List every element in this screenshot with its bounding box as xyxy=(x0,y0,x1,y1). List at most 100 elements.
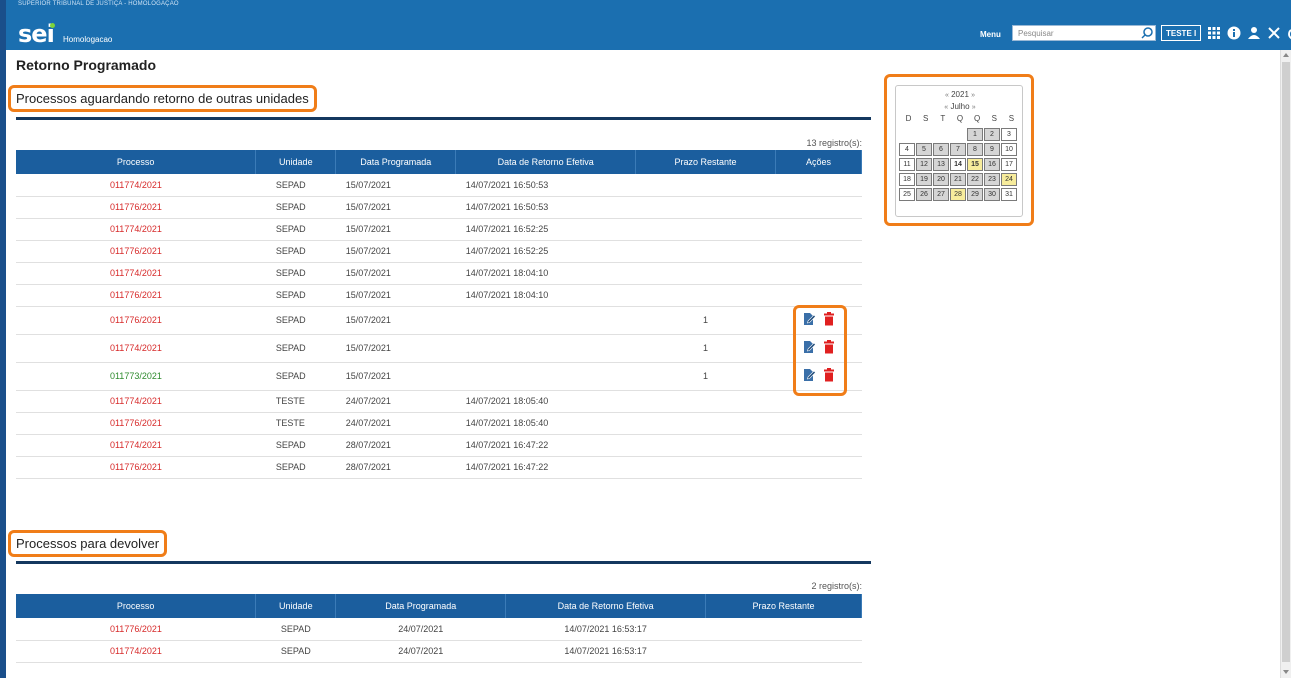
process-link[interactable]: 011776/2021 xyxy=(16,412,256,435)
effective-return-cell xyxy=(455,334,636,363)
environment-label: Homologacao xyxy=(63,35,113,44)
calendar-day[interactable]: 8 xyxy=(967,143,983,156)
search-icon[interactable] xyxy=(1140,25,1154,41)
calendar-day[interactable]: 19 xyxy=(916,173,932,186)
scroll-down-arrow-icon[interactable] xyxy=(1283,670,1289,674)
calendar-day[interactable]: 11 xyxy=(899,158,915,171)
user-unit-button[interactable]: TESTE I xyxy=(1161,25,1202,41)
calendar-day[interactable]: 24 xyxy=(1001,173,1017,186)
column-header[interactable]: Unidade xyxy=(255,594,337,618)
calendar-day[interactable]: 22 xyxy=(967,173,983,186)
effective-return-cell: 14/07/2021 18:04:10 xyxy=(455,284,636,307)
process-link[interactable]: 011776/2021 xyxy=(16,196,256,219)
calendar-day[interactable]: 7 xyxy=(950,143,966,156)
column-header[interactable]: Data Programada xyxy=(335,150,457,174)
calendar-day[interactable]: 16 xyxy=(984,158,1000,171)
calendar-day[interactable]: 1 xyxy=(967,128,983,141)
process-link[interactable]: 011774/2021 xyxy=(16,434,256,457)
process-link[interactable]: 011774/2021 xyxy=(16,218,256,241)
weekday-label: S xyxy=(1008,114,1015,123)
process-link[interactable]: 011774/2021 xyxy=(16,174,256,197)
top-icons xyxy=(1206,24,1291,42)
menu-button[interactable]: Menu xyxy=(980,30,1001,39)
process-link[interactable]: 011774/2021 xyxy=(16,334,256,363)
power-icon[interactable] xyxy=(1286,25,1291,41)
column-header[interactable]: Data de Retorno Efetiva xyxy=(455,150,637,174)
remaining-time-cell xyxy=(635,196,776,219)
calendar-day[interactable]: 27 xyxy=(933,188,949,201)
calendar-day[interactable]: 9 xyxy=(984,143,1000,156)
calendar-day[interactable]: 26 xyxy=(916,188,932,201)
calendar-day[interactable]: 6 xyxy=(933,143,949,156)
info-icon[interactable] xyxy=(1226,25,1242,41)
calendar-day[interactable]: 15 xyxy=(967,158,983,171)
process-link[interactable]: 011774/2021 xyxy=(16,640,256,663)
column-header[interactable]: Processo xyxy=(16,150,257,174)
sei-logo[interactable]: sei xyxy=(18,20,59,48)
scheduled-date-cell: 24/07/2021 xyxy=(335,390,456,413)
process-link[interactable]: 011773/2021 xyxy=(16,362,256,391)
section-title-return: Processos para devolver xyxy=(8,530,168,557)
table-row: 011776/2021 SEPAD 15/07/2021 14/07/2021 16:… xyxy=(16,196,862,219)
calendar-day[interactable]: 4 xyxy=(899,143,915,156)
process-link[interactable]: 011774/2021 xyxy=(16,262,256,285)
prev-month-button[interactable]: « xyxy=(944,104,948,111)
calendar-weekdays: DSTQQSS xyxy=(900,114,1020,123)
scheduled-date-cell: 28/07/2021 xyxy=(335,434,456,457)
effective-return-cell xyxy=(455,306,636,335)
next-year-button[interactable]: » xyxy=(971,92,975,99)
calendar-day[interactable]: 29 xyxy=(967,188,983,201)
user-icon[interactable] xyxy=(1246,25,1262,41)
calendar-day[interactable]: 25 xyxy=(899,188,915,201)
calendar-day[interactable]: 23 xyxy=(984,173,1000,186)
section-title-awaiting: Processos aguardando retorno de outras u… xyxy=(8,85,317,112)
scheduled-date-cell: 15/07/2021 xyxy=(335,240,456,263)
process-link[interactable]: 011776/2021 xyxy=(16,306,256,335)
scroll-up-arrow-icon[interactable] xyxy=(1283,53,1289,57)
calendar-day[interactable]: 21 xyxy=(950,173,966,186)
unit-cell: SEPAD xyxy=(255,456,336,479)
calendar-day[interactable]: 30 xyxy=(984,188,1000,201)
column-header[interactable]: Prazo Restante xyxy=(635,150,777,174)
tools-icon[interactable] xyxy=(1266,25,1282,41)
column-header[interactable]: Data Programada xyxy=(335,594,507,618)
calendar-day[interactable]: 5 xyxy=(916,143,932,156)
scroll-thumb[interactable] xyxy=(1282,62,1290,662)
calendar-day[interactable]: 31 xyxy=(1001,188,1017,201)
process-link[interactable]: 011774/2021 xyxy=(16,390,256,413)
scheduled-date-cell: 15/07/2021 xyxy=(335,334,456,363)
calendar-day[interactable]: 3 xyxy=(1001,128,1017,141)
record-count: 13 registro(s): xyxy=(806,138,862,148)
calendar-day[interactable]: 28 xyxy=(950,188,966,201)
calendar-day[interactable]: 13 xyxy=(933,158,949,171)
calendar-day[interactable]: 14 xyxy=(950,158,966,171)
calendar-day[interactable]: 18 xyxy=(899,173,915,186)
calendar-day[interactable]: 10 xyxy=(1001,143,1017,156)
calendar-year-row: « 2021 » xyxy=(896,90,1024,99)
vertical-scrollbar[interactable] xyxy=(1280,50,1291,678)
prev-year-button[interactable]: « xyxy=(945,92,949,99)
effective-return-cell: 14/07/2021 16:52:25 xyxy=(455,218,636,241)
calendar-day[interactable]: 12 xyxy=(916,158,932,171)
process-link[interactable]: 011776/2021 xyxy=(16,456,256,479)
table-row: 011774/2021 SEPAD 24/07/2021 14/07/2021 16:… xyxy=(16,640,862,663)
actions-cell xyxy=(775,174,862,197)
scheduled-date-cell: 24/07/2021 xyxy=(335,640,506,663)
process-link[interactable]: 011776/2021 xyxy=(16,618,256,641)
calendar-day[interactable]: 17 xyxy=(1001,158,1017,171)
column-header[interactable]: Prazo Restante xyxy=(705,594,862,618)
column-header[interactable]: Unidade xyxy=(255,150,337,174)
unit-cell: SEPAD xyxy=(255,334,336,363)
grid-icon[interactable] xyxy=(1206,25,1222,41)
effective-return-cell: 14/07/2021 16:50:53 xyxy=(455,196,636,219)
column-header[interactable]: Processo xyxy=(16,594,257,618)
process-link[interactable]: 011776/2021 xyxy=(16,284,256,307)
awaiting-table: Processo Unidade Data Programada Data de… xyxy=(16,150,862,479)
process-link[interactable]: 011776/2021 xyxy=(16,240,256,263)
calendar-day[interactable]: 2 xyxy=(984,128,1000,141)
calendar-day[interactable]: 20 xyxy=(933,173,949,186)
search-input[interactable]: Pesquisar xyxy=(1012,25,1156,41)
next-month-button[interactable]: » xyxy=(972,104,976,111)
column-header[interactable]: Data de Retorno Efetiva xyxy=(505,594,707,618)
table-row: 011776/2021 TESTE 24/07/2021 14/07/2021 18:… xyxy=(16,412,862,435)
